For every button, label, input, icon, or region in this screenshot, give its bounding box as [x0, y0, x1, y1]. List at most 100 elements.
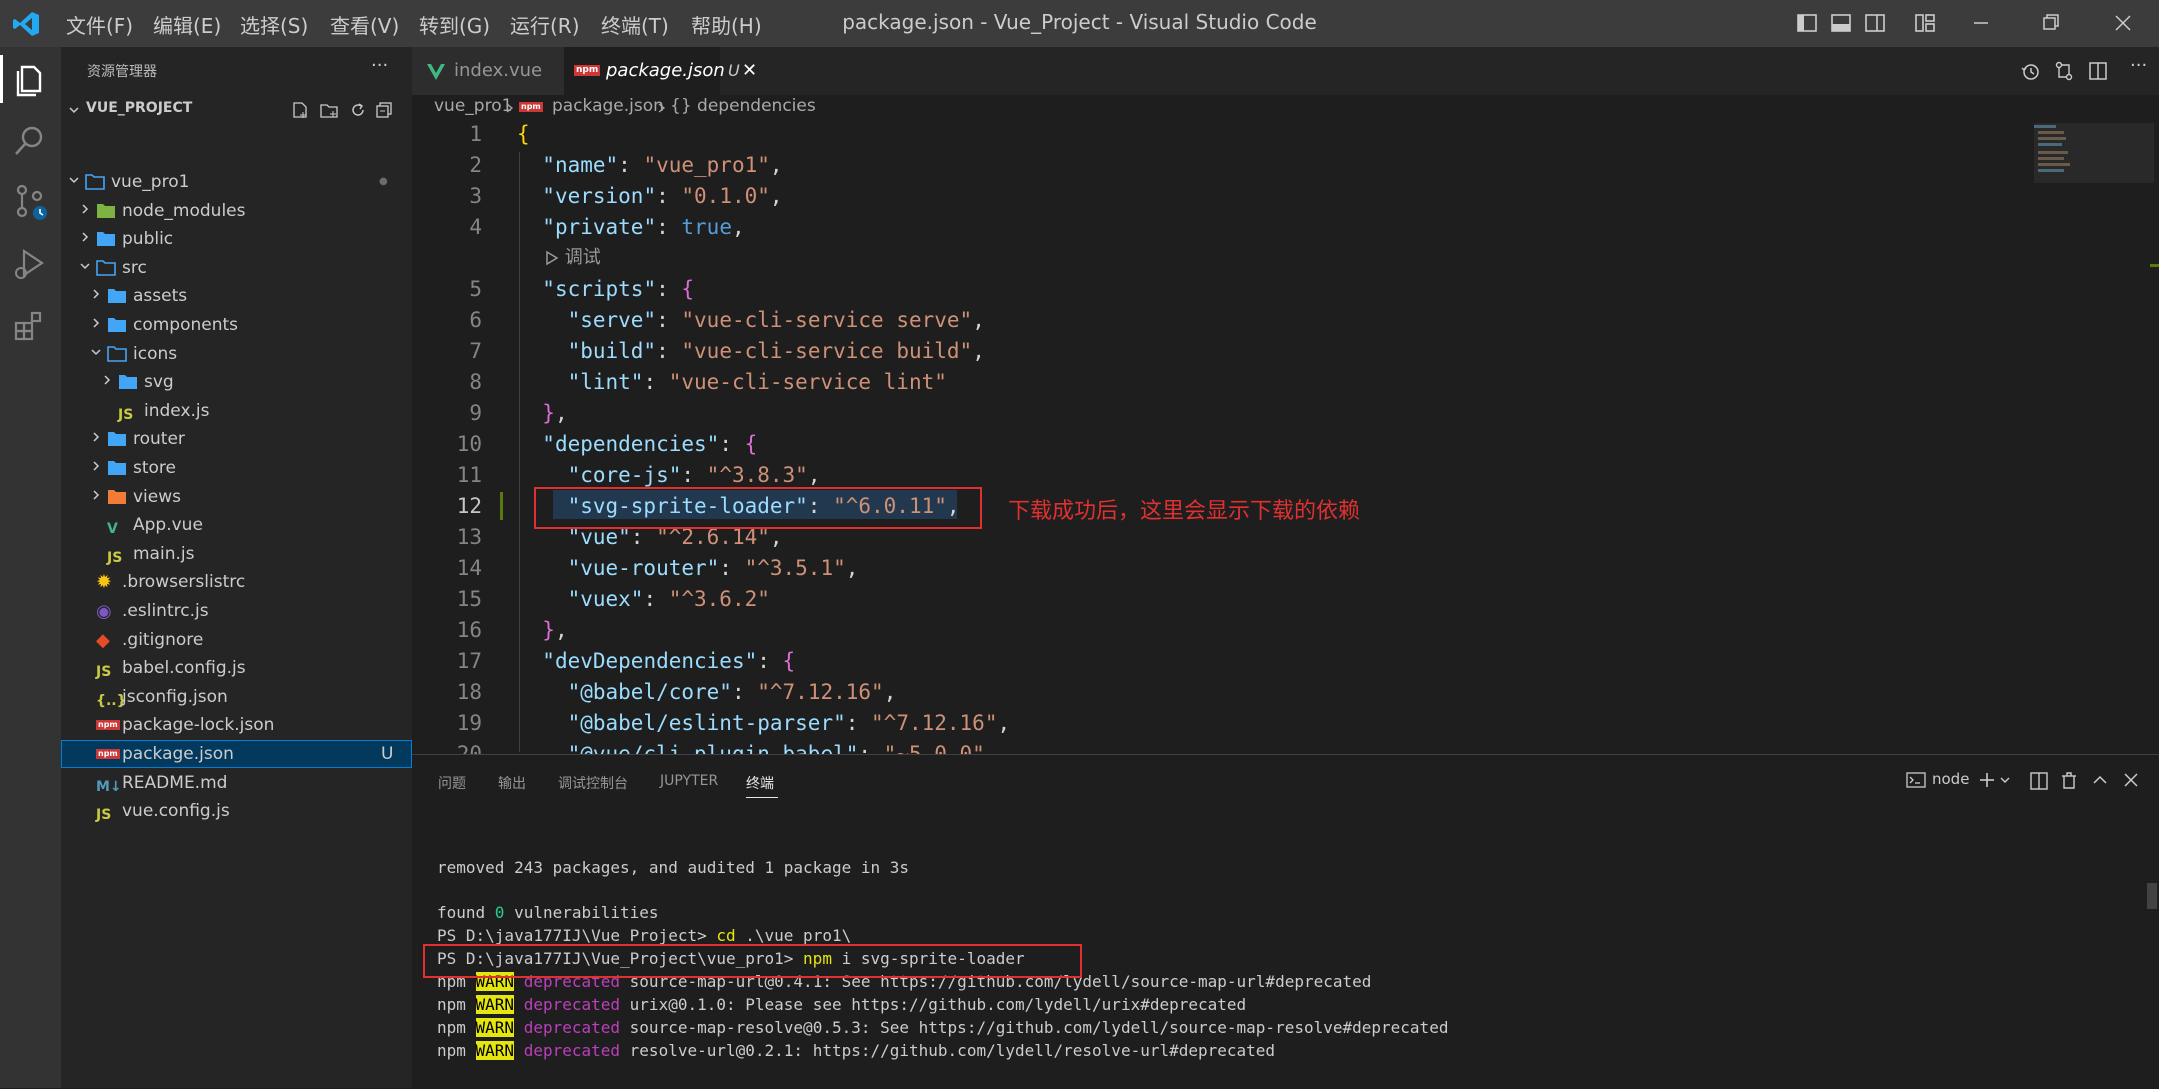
tree-item[interactable]: store: [61, 454, 412, 482]
split-editor-icon[interactable]: [2087, 60, 2109, 82]
code-token: :: [681, 463, 707, 487]
restore-icon[interactable]: [2040, 12, 2062, 34]
tree-item[interactable]: views: [61, 483, 412, 511]
panel-tab[interactable]: JUPYTER: [660, 773, 718, 789]
menu-item[interactable]: 终端(T): [601, 10, 669, 39]
code-token: ,: [769, 184, 783, 208]
tree-item[interactable]: assets: [61, 282, 412, 310]
code-token: :: [858, 742, 884, 754]
breadcrumb-folder[interactable]: vue_pro1: [434, 96, 512, 116]
customize-layout-icon[interactable]: [1914, 12, 1936, 34]
menu-item[interactable]: 帮助(H): [691, 10, 762, 39]
explorer-icon[interactable]: [10, 59, 50, 99]
tree-item[interactable]: JS main.js: [61, 540, 412, 568]
code-text: "build": "vue-cli-service build",: [517, 336, 985, 367]
tree-item[interactable]: JS babel.config.js: [61, 654, 412, 682]
line-number: 7: [469, 339, 482, 363]
toggle-panel-icon[interactable]: [1830, 12, 1852, 34]
minimap[interactable]: [2024, 121, 2154, 754]
trash-icon[interactable]: [2059, 771, 2079, 791]
menu-item[interactable]: 运行(R): [510, 10, 580, 39]
play-outline-icon: [546, 250, 559, 266]
menu-item[interactable]: 文件(F): [66, 10, 133, 39]
split-terminal-icon[interactable]: [2029, 771, 2049, 791]
chevron-down-icon[interactable]: [1999, 775, 2011, 785]
toggle-primary-sidebar-icon[interactable]: [1796, 12, 1818, 34]
tree-item[interactable]: icons: [61, 340, 412, 368]
timeline-icon[interactable]: [2019, 60, 2041, 82]
panel-tab[interactable]: 问题: [438, 773, 466, 793]
folder-icon: [85, 174, 105, 190]
source-control-icon[interactable]: [10, 181, 50, 221]
editor-scrollbar[interactable]: [2142, 121, 2159, 754]
panel-tab[interactable]: 终端: [746, 773, 774, 793]
tree-item[interactable]: ◉ .eslintrc.js: [61, 597, 412, 625]
tree-item-label: icons: [133, 343, 178, 364]
breadcrumb-file[interactable]: package.json: [552, 96, 664, 116]
tree-item[interactable]: components: [61, 311, 412, 339]
new-file-icon[interactable]: [291, 101, 309, 119]
debug-codelens[interactable]: 调试: [545, 243, 601, 269]
tree-item[interactable]: router: [61, 425, 412, 453]
collapse-all-icon[interactable]: [375, 101, 393, 119]
panel-tab[interactable]: 输出: [498, 773, 526, 793]
chevron-right-icon: [82, 204, 89, 214]
code-editor[interactable]: 1{2 "name": "vue_pro1", 3 "version": "0.1…: [412, 121, 2159, 754]
tree-item[interactable]: M↓ README.md: [61, 769, 412, 797]
extensions-icon[interactable]: [10, 305, 50, 345]
code-token: "vuex": [567, 587, 644, 611]
code-token: :: [656, 277, 682, 301]
vue-file-icon: [427, 64, 445, 80]
tree-item-label: router: [133, 429, 185, 450]
close-window-icon[interactable]: [2112, 12, 2134, 34]
editor-more-button[interactable]: ···: [2130, 55, 2147, 76]
tree-item-label: main.js: [133, 543, 195, 564]
tree-item[interactable]: JS index.js: [61, 397, 412, 425]
tree-item[interactable]: npm package.json U: [61, 740, 412, 768]
code-text: "vuex": "^3.6.2": [517, 584, 770, 615]
chevron-right-icon: [93, 490, 100, 500]
tree-item-label: .eslintrc.js: [122, 601, 209, 621]
menu-item[interactable]: 查看(V): [330, 10, 399, 39]
tree-item[interactable]: vue_pro1 ●: [61, 168, 412, 196]
close-tab-button[interactable]: ✕: [742, 47, 757, 95]
code-token: :: [656, 215, 682, 239]
tree-item[interactable]: {..} jsconfig.json: [61, 683, 412, 711]
tab-package-json[interactable]: npm package.json U ✕: [564, 47, 757, 95]
breadcrumb-symbol[interactable]: {} dependencies: [670, 96, 816, 116]
tree-item[interactable]: node_modules: [61, 197, 412, 225]
panel-tab[interactable]: 调试控制台: [558, 773, 628, 793]
toggle-secondary-sidebar-icon[interactable]: [1864, 12, 1886, 34]
refresh-icon[interactable]: [349, 101, 367, 119]
close-panel-icon[interactable]: [2122, 771, 2140, 789]
tree-item[interactable]: src: [61, 254, 412, 282]
new-folder-icon[interactable]: [319, 101, 339, 119]
more-actions-button[interactable]: ···: [371, 55, 388, 76]
code-line: 19 "@babel/eslint-parser": "^7.12.16",: [412, 708, 2112, 739]
tree-item[interactable]: JS vue.config.js: [61, 797, 412, 825]
tree-item[interactable]: ◆ .gitignore: [61, 626, 412, 654]
menu-item[interactable]: 编辑(E): [153, 10, 221, 39]
tab-index-vue[interactable]: index.vue: [412, 47, 564, 95]
open-changes-icon[interactable]: [2053, 60, 2075, 82]
code-token: :: [656, 308, 682, 332]
tree-item[interactable]: ✹ .browserslistrc: [61, 568, 412, 596]
tree-item[interactable]: V App.vue: [61, 511, 412, 539]
tree-item[interactable]: public: [61, 225, 412, 253]
menu-item[interactable]: 转到(G): [419, 10, 490, 39]
search-icon[interactable]: [10, 121, 50, 161]
new-terminal-icon[interactable]: [1978, 771, 1996, 789]
maximize-panel-icon[interactable]: [2092, 773, 2108, 787]
line-number: 2: [469, 153, 482, 177]
menu-item[interactable]: 选择(S): [240, 10, 308, 39]
tree-item[interactable]: svg: [61, 368, 412, 396]
terminal-scrollbar[interactable]: [2147, 883, 2157, 909]
minimize-icon[interactable]: [1970, 12, 1992, 34]
run-debug-icon[interactable]: [10, 243, 50, 283]
tree-item-label: components: [133, 315, 239, 335]
project-header[interactable]: VUE_PROJECT: [61, 97, 412, 123]
tree-item[interactable]: npm package-lock.json: [61, 711, 412, 739]
